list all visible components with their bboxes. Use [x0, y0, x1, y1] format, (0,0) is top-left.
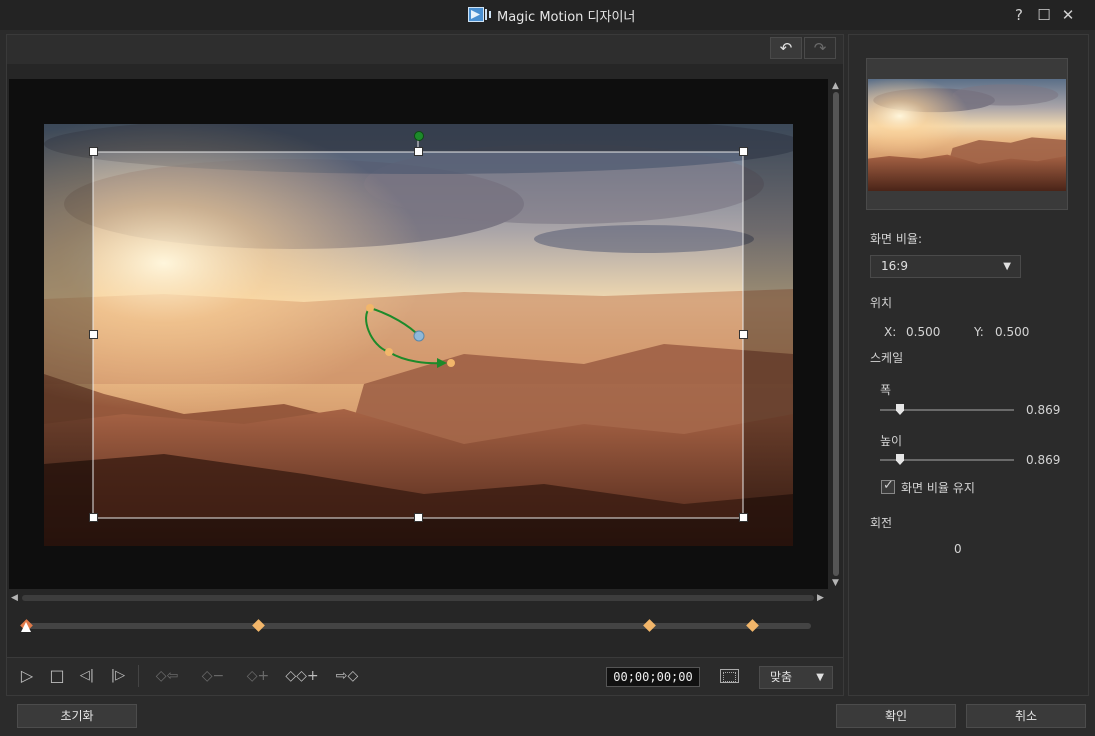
- horizontal-scroll-thumb[interactable]: [22, 595, 814, 601]
- remove-keyframe-button[interactable]: ◇−: [198, 666, 228, 686]
- chevron-down-icon: ▼: [1003, 261, 1011, 272]
- resize-handle-top[interactable]: [414, 147, 423, 156]
- vertical-scroll-thumb[interactable]: [833, 92, 839, 576]
- undo-button[interactable]: ↶: [770, 37, 802, 59]
- aspect-ratio-select[interactable]: 16:9 ▼: [870, 255, 1021, 278]
- zoom-fit-value: 맞춤: [770, 670, 793, 684]
- help-button[interactable]: ?: [1010, 6, 1028, 24]
- add-keyframe-button[interactable]: ◇+: [243, 666, 273, 686]
- motion-path[interactable]: [355, 296, 465, 376]
- cancel-button[interactable]: 취소: [966, 704, 1086, 728]
- rotation-value[interactable]: 0: [954, 542, 962, 556]
- duplicate-keyframe-button[interactable]: ◇◇+: [285, 666, 319, 686]
- previous-frame-button[interactable]: ◁|: [75, 666, 99, 686]
- resize-handle-left[interactable]: [89, 330, 98, 339]
- height-value[interactable]: 0.869: [1026, 453, 1060, 467]
- keep-aspect-checkbox[interactable]: ✓: [881, 478, 895, 494]
- scroll-right-icon[interactable]: ▶: [817, 593, 824, 603]
- magic-motion-logo-icon: [468, 7, 491, 22]
- reset-button[interactable]: 초기화: [17, 704, 137, 728]
- height-label: 높이: [880, 434, 903, 448]
- scroll-up-icon[interactable]: ▲: [832, 81, 839, 91]
- controls-divider: [138, 665, 139, 687]
- aspect-ratio-value: 16:9: [881, 259, 908, 273]
- resize-handle-top-left[interactable]: [89, 147, 98, 156]
- next-frame-button[interactable]: |▷: [106, 666, 130, 686]
- resize-handle-right[interactable]: [739, 330, 748, 339]
- rotation-label: 회전: [870, 516, 893, 530]
- scale-label: 스케일: [870, 351, 904, 365]
- resize-handle-bottom[interactable]: [414, 513, 423, 522]
- position-label: 위치: [870, 296, 893, 310]
- thumbnail-preview: [866, 58, 1068, 210]
- resize-handle-top-right[interactable]: [739, 147, 748, 156]
- thumbnail-image: [868, 79, 1066, 191]
- scroll-left-icon[interactable]: ◀: [11, 593, 18, 603]
- safe-zone-icon[interactable]: [720, 669, 739, 683]
- maximize-button[interactable]: ☐: [1035, 6, 1053, 24]
- checkmark-icon: ✓: [883, 478, 894, 493]
- x-value[interactable]: 0.500: [906, 325, 940, 339]
- x-label: X:: [884, 325, 897, 339]
- redo-button[interactable]: ↷: [804, 37, 836, 59]
- chevron-down-icon: ▼: [816, 672, 824, 683]
- timeline-playhead[interactable]: [21, 622, 31, 632]
- editor-toolbar: [7, 35, 843, 64]
- y-value[interactable]: 0.500: [995, 325, 1029, 339]
- timecode-display[interactable]: 00;00;00;00: [606, 667, 700, 687]
- width-label: 폭: [880, 383, 892, 397]
- aspect-ratio-label: 화면 비율:: [870, 232, 923, 246]
- scroll-down-icon[interactable]: ▼: [832, 578, 839, 588]
- width-value[interactable]: 0.869: [1026, 403, 1060, 417]
- keep-aspect-label[interactable]: 화면 비율 유지: [901, 479, 975, 496]
- play-button[interactable]: ▷: [17, 666, 37, 686]
- resize-handle-bottom-left[interactable]: [89, 513, 98, 522]
- ok-button[interactable]: 확인: [836, 704, 956, 728]
- next-keyframe-button[interactable]: ⇨◇: [330, 666, 364, 686]
- stop-button[interactable]: □: [47, 666, 67, 686]
- close-button[interactable]: ✕: [1059, 6, 1077, 24]
- resize-handle-bottom-right[interactable]: [739, 513, 748, 522]
- playback-controls: [7, 657, 843, 695]
- y-label: Y:: [974, 325, 984, 339]
- window-title: Magic Motion 디자이너: [497, 10, 636, 25]
- redo-icon: ↷: [813, 39, 827, 57]
- previous-keyframe-button[interactable]: ◇⇦: [150, 666, 184, 686]
- timeline-track[interactable]: [22, 623, 811, 629]
- zoom-fit-select[interactable]: 맞춤 ▼: [759, 666, 833, 689]
- rotate-handle[interactable]: [414, 131, 424, 141]
- undo-icon: ↶: [779, 39, 793, 57]
